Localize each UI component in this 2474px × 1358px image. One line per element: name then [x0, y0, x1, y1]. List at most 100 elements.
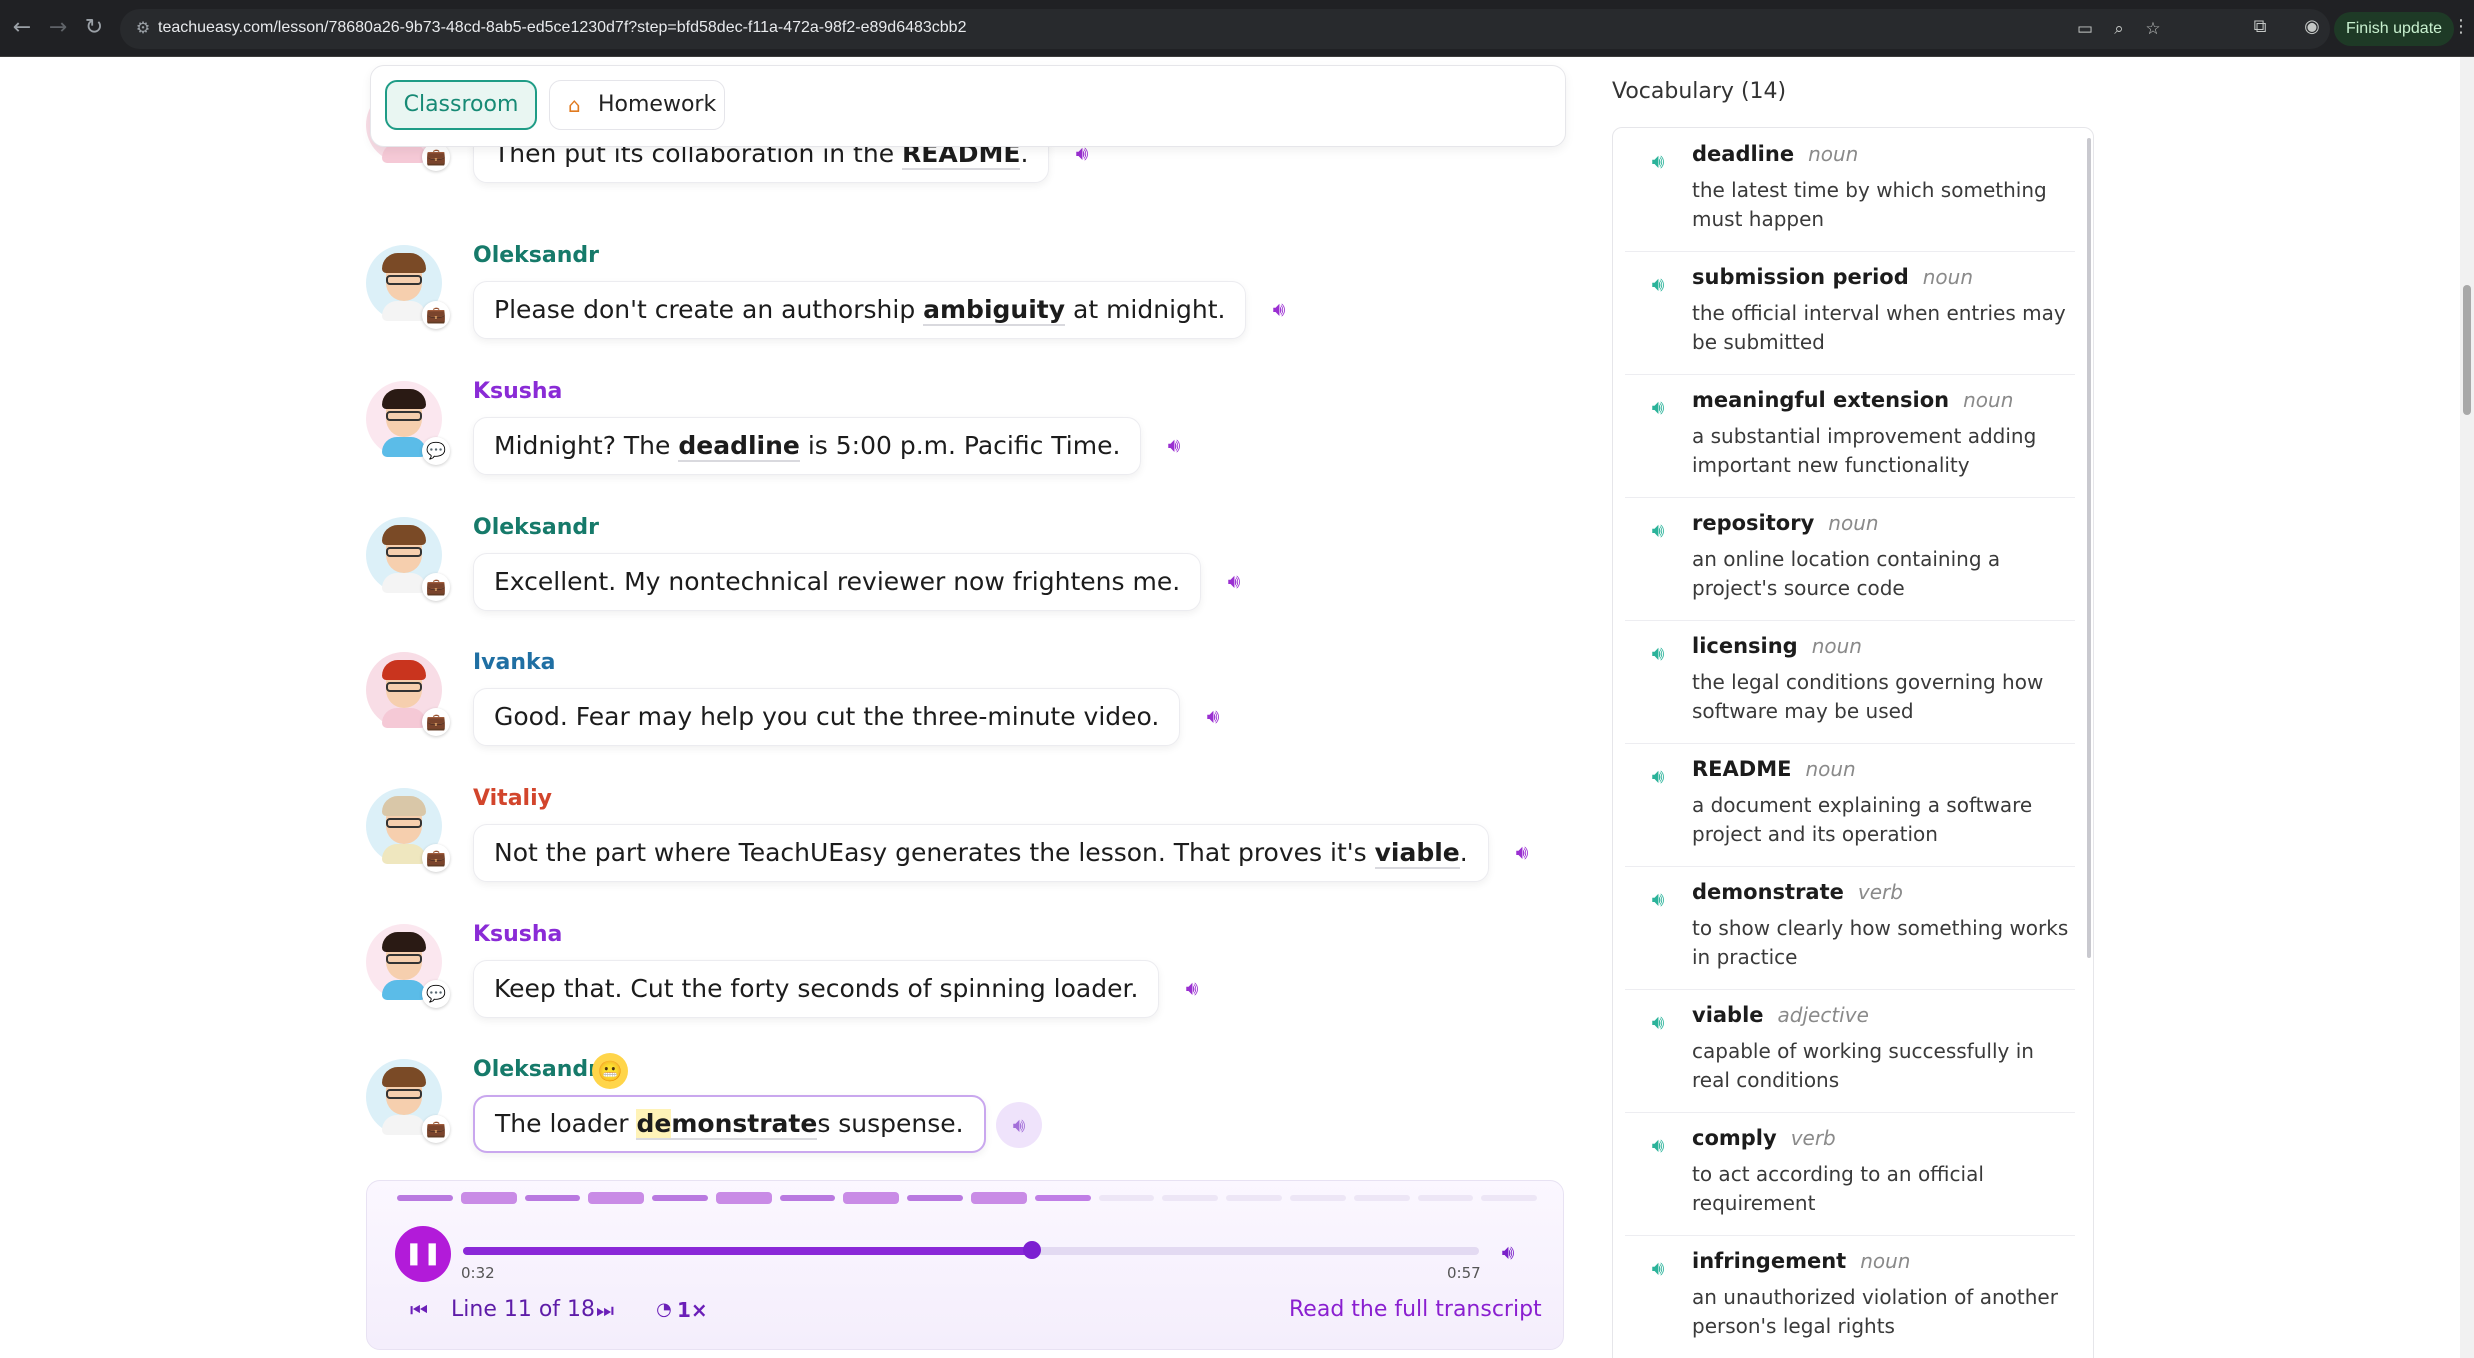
vocab-word[interactable]: monstrate	[671, 1109, 818, 1140]
speech-bubble[interactable]: Not the part where TeachUEasy generates …	[473, 824, 1489, 882]
speaker-icon[interactable]: 🔊︎	[1198, 701, 1228, 731]
finish-update-button[interactable]: Finish update	[2334, 12, 2454, 46]
vocabulary-panel[interactable]: 🔊︎ deadline noun the latest time by which s…	[1612, 127, 2094, 1358]
line-segment[interactable]	[1162, 1195, 1219, 1201]
page-scrollbar[interactable]	[2460, 57, 2474, 1358]
progress-track[interactable]	[463, 1241, 1479, 1259]
profile-icon[interactable]: ◉	[2300, 16, 2324, 40]
speaker-icon[interactable]: 🔊︎	[996, 1102, 1042, 1148]
speaker-icon[interactable]: 🔊︎	[1643, 146, 1673, 176]
avatar-hair	[382, 389, 426, 409]
line-segment[interactable]	[907, 1195, 964, 1201]
speech-bubble[interactable]: The loader demonstrates suspense.	[473, 1095, 986, 1153]
address-bar[interactable]: ⚙ teachueasy.com/lesson/78680a26-9b73-48…	[120, 9, 2330, 49]
vocab-item[interactable]: 🔊︎ infringement noun an unauthorized violat…	[1625, 1235, 2075, 1358]
speaker-icon[interactable]: 🔊︎	[1643, 1007, 1673, 1037]
avatar: 💼	[366, 652, 450, 736]
avatar: 💼	[366, 788, 450, 872]
vocab-word[interactable]: viable	[1374, 838, 1460, 869]
speaker-icon[interactable]: 🔊︎	[1643, 269, 1673, 299]
next-line-icon[interactable]: ⏭︎	[593, 1295, 617, 1325]
line-segment[interactable]	[779, 1195, 836, 1201]
avatar: 💼	[366, 245, 450, 329]
speaker-icon[interactable]: 🔊︎	[1643, 761, 1673, 791]
line-segment[interactable]	[460, 1192, 517, 1204]
back-arrow-icon[interactable]: ←	[8, 14, 36, 42]
pause-button[interactable]: ❚❚	[395, 1226, 451, 1282]
line-segment[interactable]	[715, 1192, 772, 1204]
vocab-item[interactable]: 🔊︎ submission period noun the official inte…	[1625, 251, 2075, 375]
vocab-part-of-speech: noun	[1805, 757, 1856, 781]
line-segment[interactable]	[524, 1195, 581, 1201]
speech-bubble[interactable]: Keep that. Cut the forty seconds of spin…	[473, 960, 1160, 1018]
speech-bubble[interactable]: Excellent. My nontechnical reviewer now …	[473, 553, 1202, 611]
page-scrollbar-thumb[interactable]	[2463, 285, 2471, 415]
line-segment[interactable]	[843, 1192, 900, 1204]
speaker-name: Oleksandr	[473, 243, 599, 268]
tab-classroom[interactable]: Classroom	[385, 80, 537, 130]
speech-bubble[interactable]: Midnight? The deadline is 5:00 p.m. Paci…	[473, 417, 1142, 475]
speaker-icon[interactable]: 🔊︎	[1264, 294, 1294, 324]
vocab-word[interactable]: de	[636, 1109, 672, 1140]
vocabulary-scrollbar[interactable]	[2087, 138, 2091, 958]
vocab-item[interactable]: 🔊︎ demonstrate verb to show clearly how som…	[1625, 866, 2075, 990]
speaker-icon[interactable]: 🔊︎	[1219, 566, 1249, 596]
line-segment[interactable]	[397, 1195, 453, 1201]
vocab-term: comply verb	[1692, 1126, 1836, 1150]
speaker-icon[interactable]: 🔊︎	[1643, 515, 1673, 545]
line-segment[interactable]	[1353, 1195, 1410, 1201]
vocab-item[interactable]: 🔊︎ deadline noun the latest time by which s…	[1625, 128, 2075, 252]
speech-text: .	[1459, 838, 1468, 867]
previous-line-icon[interactable]: ⏮︎	[407, 1295, 431, 1325]
speed-button[interactable]: 1×	[677, 1295, 708, 1325]
vocab-item[interactable]: 🔊︎ repository noun an online location conta…	[1625, 497, 2075, 621]
vocab-item[interactable]: 🔊︎ README noun a document explaining a soft…	[1625, 743, 2075, 867]
vocab-item[interactable]: 🔊︎ licensing noun the legal conditions gove…	[1625, 620, 2075, 744]
reload-icon[interactable]: ↻	[80, 14, 108, 42]
bookmark-star-icon[interactable]: ☆	[2141, 17, 2165, 41]
forward-arrow-icon[interactable]: →	[44, 14, 72, 42]
avatar-hair	[382, 796, 426, 816]
speed-gauge-icon[interactable]: ◔	[653, 1295, 675, 1325]
speaker-name: Ksusha	[473, 379, 563, 404]
line-segment[interactable]	[588, 1192, 645, 1204]
speech-bubble[interactable]: Please don't create an authorship ambigu…	[473, 281, 1247, 339]
menu-dots-icon[interactable]: ⋮	[2452, 16, 2470, 40]
speaker-icon[interactable]: 🔊︎	[1643, 884, 1673, 914]
line-segment[interactable]	[1289, 1195, 1346, 1201]
speaker-icon[interactable]: 🔊︎	[1159, 430, 1189, 460]
vocab-item[interactable]: 🔊︎ comply verb to act according to an offic…	[1625, 1112, 2075, 1236]
speaker-icon[interactable]: 🔊︎	[1643, 638, 1673, 668]
line-segment[interactable]	[971, 1192, 1027, 1204]
vocab-word[interactable]: deadline	[678, 431, 800, 462]
vocab-definition: to show clearly how something works in p…	[1692, 916, 2069, 969]
speaker-icon[interactable]: 🔊︎	[1177, 973, 1207, 1003]
vocab-word[interactable]: ambiguity	[923, 295, 1066, 326]
line-segment[interactable]	[652, 1195, 708, 1201]
line-segment[interactable]	[1226, 1195, 1282, 1201]
line-segment[interactable]	[1417, 1195, 1474, 1201]
speaker-icon[interactable]: 🔊︎	[1643, 392, 1673, 422]
vocab-term: repository noun	[1692, 511, 1879, 535]
read-transcript-link[interactable]: Read the full transcript	[1289, 1295, 1542, 1325]
vocab-part-of-speech: noun	[1828, 511, 1879, 535]
install-app-icon[interactable]: ▭	[2073, 17, 2097, 41]
speaker-icon[interactable]: 🔊︎	[1643, 1130, 1673, 1160]
zoom-icon[interactable]: ⌕	[2107, 17, 2131, 41]
line-segment[interactable]	[1098, 1195, 1155, 1201]
vocab-term: viable adjective	[1692, 1003, 1869, 1027]
line-segment[interactable]	[1034, 1195, 1091, 1201]
site-info-icon[interactable]: ⚙	[132, 17, 154, 39]
speech-bubble[interactable]: Good. Fear may help you cut the three-mi…	[473, 688, 1181, 746]
vocab-item[interactable]: 🔊︎ viable adjective capable of working succ…	[1625, 989, 2075, 1113]
vocab-item[interactable]: 🔊︎ meaningful extension noun a substantial …	[1625, 374, 2075, 498]
vocab-term: README noun	[1692, 757, 1856, 781]
speaker-icon[interactable]: 🔊︎	[1507, 837, 1537, 867]
tab-homework[interactable]: ⌂ Homework	[549, 80, 725, 130]
progress-knob[interactable]	[1022, 1241, 1041, 1259]
line-segment[interactable]	[1481, 1195, 1538, 1201]
volume-icon[interactable]: 🔊︎	[1495, 1239, 1521, 1265]
speaker-icon[interactable]: 🔊︎	[1643, 1253, 1673, 1283]
extensions-icon[interactable]: ⧉	[2248, 16, 2272, 40]
url-text[interactable]: teachueasy.com/lesson/78680a26-9b73-48cd…	[158, 19, 966, 37]
